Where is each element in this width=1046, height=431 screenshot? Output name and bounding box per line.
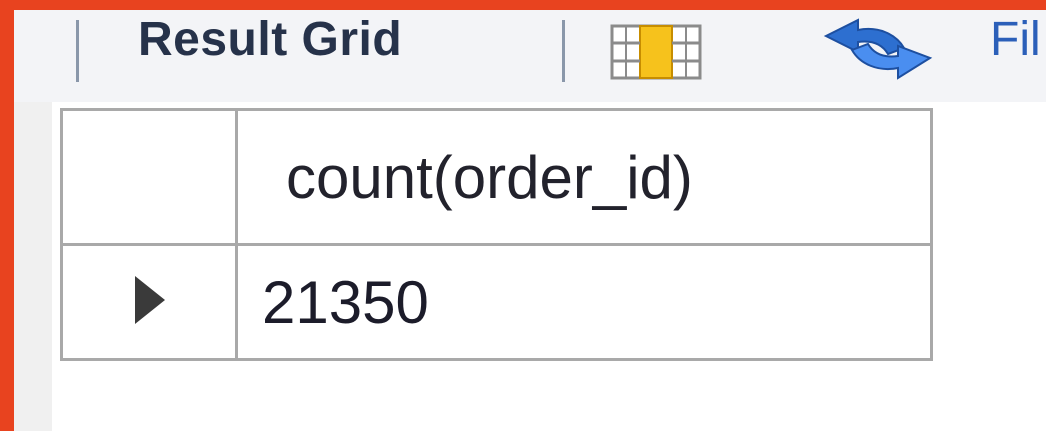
header-row: count(order_id) [60,108,933,246]
toolbar-separator [76,20,79,82]
table-cell[interactable]: 21350 [235,243,933,361]
filter-rows-label[interactable]: Fil [990,10,1041,70]
result-table: count(order_id) 21350 [60,108,933,361]
current-row-arrow-icon [135,275,165,324]
result-grid-panel: count(order_id) 21350 [14,102,1046,431]
grid-layout-icon[interactable] [610,24,702,80]
toolbar-separator [562,20,565,82]
panel-left-strip [14,102,52,431]
result-grid-button[interactable]: Result Grid [138,10,402,70]
column-header[interactable]: count(order_id) [235,108,933,246]
refresh-icon[interactable] [818,14,938,84]
table-row[interactable]: 21350 [60,243,933,361]
row-indicator[interactable] [60,243,238,361]
row-indicator-header [60,108,238,246]
result-toolbar: Result Grid Fil [14,10,1046,102]
